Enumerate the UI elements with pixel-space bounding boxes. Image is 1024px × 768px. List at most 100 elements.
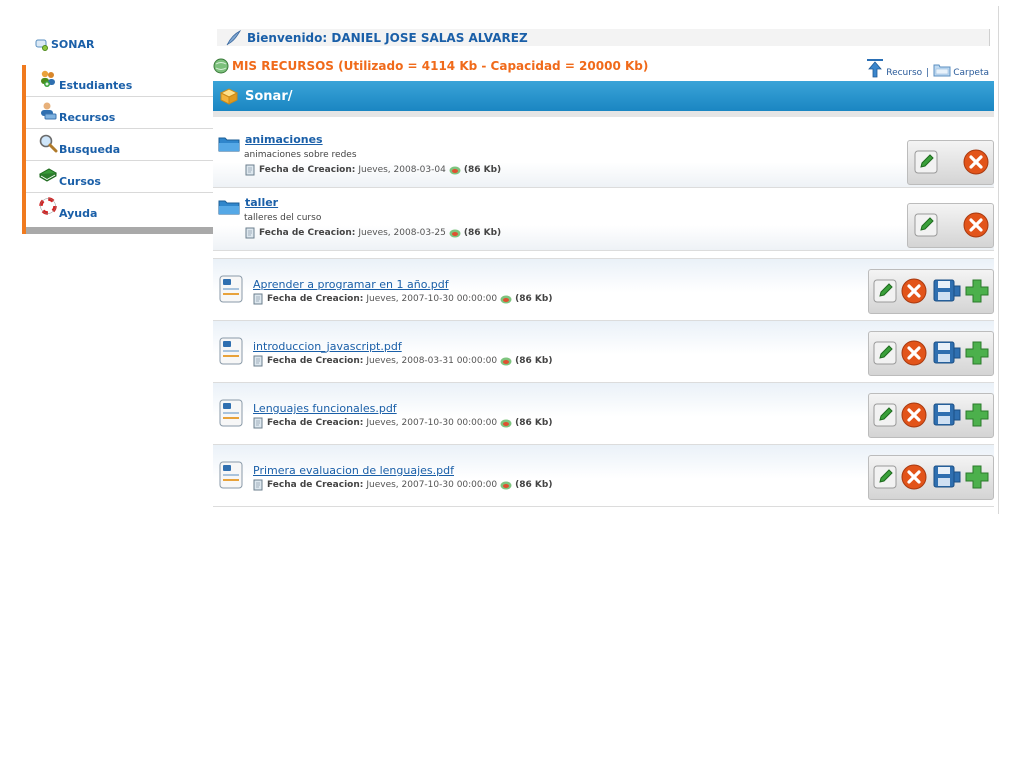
folder-size: (86 Kb) (463, 165, 502, 175)
file-meta: Fecha de Creacion: Jueves, 2008-03-31 00… (252, 355, 552, 367)
sidebar-item-estudiantes[interactable]: Estudiantes (26, 65, 213, 97)
folder-description: talleres del curso (244, 213, 322, 223)
calendar-icon (253, 355, 263, 367)
delete-icon[interactable] (901, 278, 927, 304)
file-size: (86 Kb) (515, 480, 553, 490)
current-folder-bar: Sonar/ (213, 81, 994, 111)
edit-icon[interactable] (872, 340, 898, 366)
edit-icon[interactable] (872, 464, 898, 490)
file-actions (868, 455, 994, 500)
save-icon[interactable] (933, 402, 961, 428)
edit-icon[interactable] (872, 278, 898, 304)
page-border (998, 6, 999, 514)
resources-icon (41, 102, 57, 120)
file-link[interactable]: Aprender a programar en 1 año.pdf (253, 278, 449, 291)
folder-size: (86 Kb) (463, 228, 502, 238)
add-icon[interactable] (964, 402, 990, 428)
file-row: introduccion_javascript.pdf Fecha de Cre… (213, 321, 994, 383)
created-label: Fecha de Creacion: (267, 480, 364, 490)
delete-icon[interactable] (901, 340, 927, 366)
edit-icon[interactable] (872, 402, 898, 428)
size-dot-icon (500, 357, 512, 365)
sidebar-footer-bar (26, 227, 213, 234)
file-link[interactable]: Lenguajes funcionales.pdf (253, 402, 397, 415)
resources-usage-text: MIS RECURSOS (Utilizado = 4114 Kb - Capa… (232, 59, 649, 73)
calendar-icon (253, 479, 263, 491)
sidebar-item-ayuda[interactable]: Ayuda (26, 193, 213, 224)
created-label: Fecha de Creacion: (259, 228, 356, 238)
calendar-icon (253, 417, 263, 429)
delete-icon[interactable] (901, 402, 927, 428)
new-folder-button[interactable]: Carpeta (933, 62, 989, 78)
file-date: Jueves, 2007-10-30 00:00:00 (366, 294, 498, 304)
add-icon[interactable] (964, 464, 990, 490)
size-dot-icon (500, 481, 512, 489)
top-actions: Recurso | Carpeta (866, 58, 989, 78)
sidebar-item-label: Ayuda (59, 207, 98, 220)
file-row: Lenguajes funcionales.pdf Fecha de Creac… (213, 383, 994, 445)
folder-row: taller talleres del curso Fecha de Creac… (213, 188, 994, 251)
add-icon[interactable] (964, 278, 990, 304)
folder-icon (218, 200, 240, 215)
sidebar-item-cursos[interactable]: Cursos (26, 161, 213, 193)
folder-actions (907, 140, 994, 185)
new-resource-button[interactable]: Recurso (866, 58, 922, 78)
folder-link[interactable]: taller (245, 196, 278, 209)
sidebar-item-busqueda[interactable]: Busqueda (26, 129, 213, 161)
calendar-icon (245, 164, 255, 176)
delete-icon[interactable] (963, 149, 989, 175)
box-icon (219, 88, 239, 105)
folder-icon (933, 64, 951, 77)
actions-separator: | (926, 68, 930, 78)
file-list: Aprender a programar en 1 año.pdf Fecha … (213, 258, 994, 515)
save-icon[interactable] (933, 340, 961, 366)
edit-icon[interactable] (913, 149, 939, 175)
folder-link[interactable]: animaciones (245, 133, 323, 146)
brand[interactable]: SONAR (35, 38, 94, 51)
file-date: Jueves, 2007-10-30 00:00:00 (366, 480, 498, 490)
current-folder-path: Sonar/ (245, 88, 293, 104)
file-link[interactable]: Primera evaluacion de lenguajes.pdf (253, 464, 454, 477)
new-folder-label: Carpeta (953, 68, 989, 78)
file-meta: Fecha de Creacion: Jueves, 2007-10-30 00… (252, 417, 552, 429)
folder-bar-shadow (213, 111, 994, 117)
sidebar-item-label: Estudiantes (59, 79, 133, 92)
sidebar-item-label: Cursos (59, 175, 101, 188)
brand-label: SONAR (51, 38, 95, 51)
document-icon (219, 461, 243, 489)
sidebar-item-recursos[interactable]: Recursos (26, 97, 213, 129)
welcome-bar: Bienvenido: DANIEL JOSE SALAS ALVAREZ (217, 29, 990, 46)
folder-date: Jueves, 2008-03-04 (358, 165, 446, 175)
new-resource-label: Recurso (886, 68, 923, 78)
file-link[interactable]: introduccion_javascript.pdf (253, 340, 402, 353)
save-icon[interactable] (933, 278, 961, 304)
document-icon (219, 337, 243, 365)
file-actions (868, 331, 994, 376)
add-icon[interactable] (964, 340, 990, 366)
folder-meta: Fecha de Creacion: Jueves, 2008-03-04 (8… (244, 164, 501, 176)
file-row: Aprender a programar en 1 año.pdf Fecha … (213, 259, 994, 321)
sonar-logo-icon (35, 39, 48, 51)
folder-date: Jueves, 2008-03-25 (358, 228, 446, 238)
folder-description: animaciones sobre redes (244, 150, 357, 160)
folder-meta: Fecha de Creacion: Jueves, 2008-03-25 (8… (244, 227, 501, 239)
calendar-icon (253, 293, 263, 305)
created-label: Fecha de Creacion: (267, 418, 364, 428)
folder-icon (218, 137, 240, 152)
created-label: Fecha de Creacion: (259, 165, 356, 175)
sidebar: Estudiantes Recursos Busqueda Cursos Ayu… (22, 65, 213, 234)
edit-icon[interactable] (913, 212, 939, 238)
file-actions (868, 393, 994, 438)
delete-icon[interactable] (963, 212, 989, 238)
book-icon (38, 168, 58, 182)
size-dot-icon (449, 229, 461, 237)
size-dot-icon (500, 419, 512, 427)
file-date: Jueves, 2007-10-30 00:00:00 (366, 418, 498, 428)
delete-icon[interactable] (901, 464, 927, 490)
lifebuoy-icon (39, 197, 57, 215)
document-icon (219, 275, 243, 303)
file-meta: Fecha de Creacion: Jueves, 2007-10-30 00… (252, 479, 552, 491)
feather-icon (226, 29, 241, 45)
file-meta: Fecha de Creacion: Jueves, 2007-10-30 00… (252, 293, 552, 305)
save-icon[interactable] (933, 464, 961, 490)
